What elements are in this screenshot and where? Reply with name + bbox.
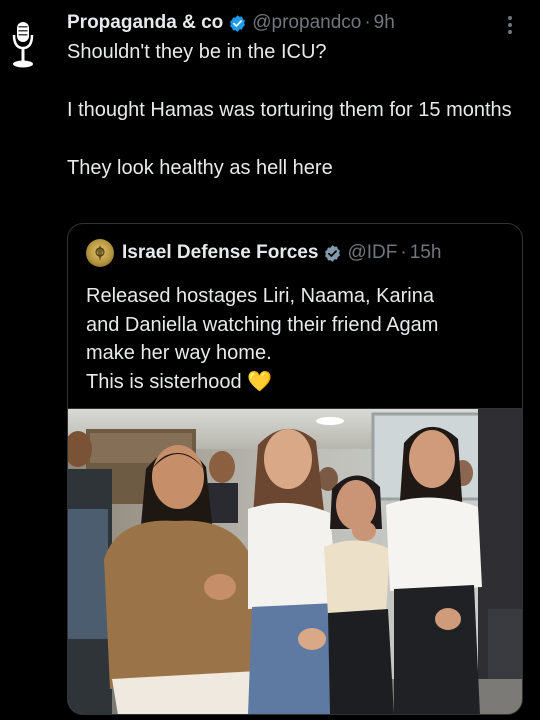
verified-badge-icon bbox=[323, 244, 342, 263]
quoted-author-name[interactable]: Israel Defense Forces bbox=[122, 242, 318, 264]
quoted-author-handle[interactable]: @IDF bbox=[347, 242, 397, 264]
author-handle[interactable]: @propandco bbox=[252, 12, 361, 34]
verified-badge-icon bbox=[228, 14, 247, 33]
quoted-tweet[interactable]: Israel Defense Forces @IDF · 15h Release… bbox=[67, 223, 523, 715]
meta-separator: · bbox=[400, 242, 407, 263]
author-name[interactable]: Propaganda & co bbox=[67, 12, 223, 34]
tweet-text: Shouldn't they be in the ICU? I thought … bbox=[67, 38, 517, 183]
attached-photo[interactable] bbox=[68, 408, 522, 714]
quoted-text-line: Released hostages Liri, Naama, Karina bbox=[86, 285, 434, 307]
quoted-timestamp[interactable]: 15h bbox=[410, 242, 442, 264]
meta-separator: · bbox=[364, 12, 371, 33]
tweet-timestamp[interactable]: 9h bbox=[374, 12, 395, 34]
tweet-text-line: They look healthy as hell here bbox=[67, 157, 333, 179]
quoted-text-line: make her way home. bbox=[86, 342, 272, 364]
quoted-tweet-header: Israel Defense Forces @IDF · 15h bbox=[86, 239, 441, 267]
quoted-tweet-text: Released hostages Liri, Naama, Karina an… bbox=[86, 282, 506, 396]
tweet-text-line: Shouldn't they be in the ICU? bbox=[67, 41, 327, 63]
avatar[interactable] bbox=[6, 20, 40, 70]
quoted-text-line: This is sisterhood 💛 bbox=[86, 370, 273, 393]
microphone-icon bbox=[12, 22, 34, 68]
quoted-text-line: and Daniella watching their friend Agam bbox=[86, 313, 439, 336]
more-options-icon[interactable] bbox=[500, 12, 520, 38]
idf-emblem-icon bbox=[86, 239, 114, 267]
tweet-header: Propaganda & co @propandco · 9h bbox=[67, 9, 500, 37]
tweet-text-line: I thought Hamas was torturing them for 1… bbox=[67, 99, 512, 121]
photo-image bbox=[68, 409, 522, 714]
